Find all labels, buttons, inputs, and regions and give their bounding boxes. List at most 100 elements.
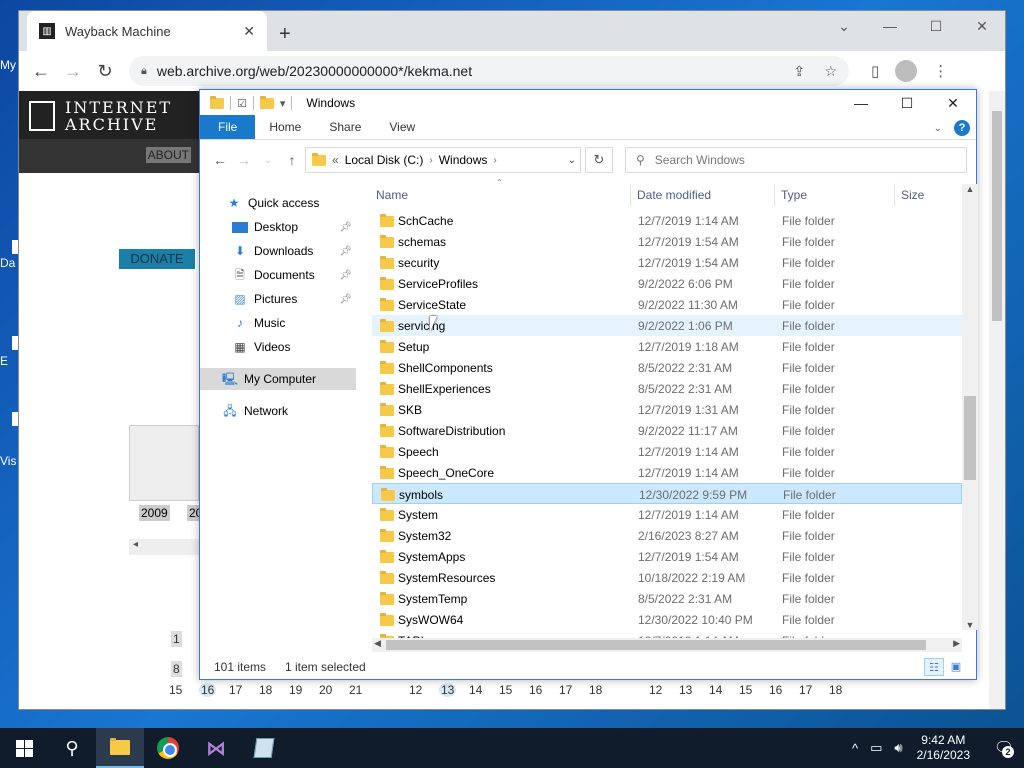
large-icons-view-icon[interactable]: ▣	[946, 658, 966, 676]
menu-kebab-icon[interactable]: ⋮	[933, 62, 948, 80]
bookmark-star-icon[interactable]: ☆	[824, 63, 837, 79]
desktop-icon-label[interactable]: My	[0, 58, 18, 72]
tab-file[interactable]: File	[200, 115, 256, 139]
file-row[interactable]: SKB 12/7/2019 1:31 AM File folder	[372, 399, 962, 420]
calendar-day[interactable]: 19	[289, 683, 302, 697]
horizontal-scrollbar[interactable]: ◀ ▶	[372, 638, 962, 652]
new-tab-button[interactable]: +	[279, 23, 291, 46]
maximize-button[interactable]: ☐	[913, 11, 959, 41]
desktop-icon-label[interactable]: Da	[0, 256, 18, 270]
scroll-left-arrow-icon[interactable]: ◂	[129, 539, 199, 555]
sparkline-graph[interactable]	[129, 425, 199, 501]
calendar-day[interactable]: 15	[739, 683, 752, 697]
back-arrow-icon[interactable]: ←	[208, 152, 232, 168]
calendar-day[interactable]: 16	[529, 683, 542, 697]
breadcrumb-local-disk[interactable]: Local Disk (C:)	[345, 153, 424, 167]
properties-check-icon[interactable]: ☑	[237, 97, 247, 110]
file-row[interactable]: ServiceProfiles 9/2/2022 6:06 PM File fold…	[372, 273, 962, 294]
pin-icon[interactable]: 📌︎	[339, 246, 352, 257]
network-icon[interactable]: ▭	[870, 740, 882, 756]
scroll-down-icon[interactable]: ▼	[962, 620, 978, 630]
page-scroll-thumb[interactable]	[992, 111, 1002, 321]
back-arrow-icon[interactable]: ←	[25, 61, 57, 82]
ia-logo-text[interactable]: INTERNET ARCHIVE	[65, 99, 172, 133]
folder-icon[interactable]	[210, 95, 224, 109]
taskbar-notepad[interactable]	[240, 728, 288, 768]
nav-pictures[interactable]: ▨ Pictures 📌︎	[200, 288, 356, 310]
notification-center-button[interactable]: 🗨︎ 2	[984, 728, 1024, 768]
column-separator[interactable]	[630, 184, 631, 206]
calendar-day[interactable]: 17	[799, 683, 812, 697]
nav-downloads[interactable]: ⬇ Downloads 📌︎	[200, 240, 356, 262]
tab-close-icon[interactable]: ✕	[243, 23, 255, 40]
scroll-thumb[interactable]	[964, 396, 976, 480]
calendar-day[interactable]: 13	[439, 683, 457, 697]
nav-music[interactable]: ♪ Music	[200, 312, 356, 334]
profile-avatar-icon[interactable]	[895, 60, 918, 82]
search-button[interactable]: ⚲	[48, 728, 96, 768]
nav-documents[interactable]: 🗎 Documents 📌︎	[200, 264, 356, 286]
file-row[interactable]: SoftwareDistribution 9/2/2022 11:17 AM Fil…	[372, 420, 962, 441]
breadcrumb-chevron-icon[interactable]: ›	[429, 155, 432, 166]
side-panel-icon[interactable]: ▯	[871, 62, 879, 80]
calendar-day[interactable]: 18	[829, 683, 842, 697]
expand-ribbon-chevron-icon[interactable]: ⌄	[934, 123, 942, 134]
breadcrumb-windows[interactable]: Windows	[439, 153, 488, 167]
forward-arrow-icon[interactable]: →	[232, 152, 256, 168]
pin-icon[interactable]: 📌︎	[339, 222, 352, 233]
file-row[interactable]: ServiceState 9/2/2022 11:30 AM File folder	[372, 294, 962, 315]
tab-search-icon[interactable]: ⌄	[821, 11, 867, 41]
explorer-minimize-button[interactable]: —	[838, 90, 884, 116]
column-size[interactable]: Size	[901, 188, 924, 202]
calendar-day[interactable]: 15	[169, 683, 182, 697]
details-view-icon[interactable]: ☷	[924, 658, 944, 676]
calendar-day[interactable]: 12	[649, 683, 662, 697]
tab-home[interactable]: Home	[255, 115, 315, 139]
column-separator[interactable]	[774, 184, 775, 206]
refresh-icon[interactable]: ↻	[585, 147, 613, 173]
file-row[interactable]: Speech 12/7/2019 1:14 AM File folder	[372, 441, 962, 462]
column-separator[interactable]	[894, 184, 895, 206]
calendar-day[interactable]: 16	[199, 683, 217, 697]
minimize-button[interactable]: —	[867, 11, 913, 41]
file-row[interactable]: SystemApps 12/7/2019 1:54 AM File folder	[372, 546, 962, 567]
file-row[interactable]: SysWOW64 12/30/2022 10:40 PM File folder	[372, 609, 962, 630]
share-icon[interactable]: ⇪	[793, 63, 805, 79]
calendar-day[interactable]: 17	[559, 683, 572, 697]
tab-share[interactable]: Share	[315, 115, 375, 139]
explorer-maximize-button[interactable]: ☐	[884, 90, 930, 116]
pin-icon[interactable]: 📌︎	[339, 270, 352, 281]
taskbar-visual-studio[interactable]: ⋈	[192, 728, 240, 768]
up-arrow-icon[interactable]: ↑	[280, 152, 304, 168]
scroll-right-icon[interactable]: ▶	[953, 638, 960, 649]
file-row[interactable]: symbols 12/30/2022 9:59 PM File folder	[372, 483, 962, 504]
file-row[interactable]: ShellExperiences 8/5/2022 2:31 AM File fol…	[372, 378, 962, 399]
forward-arrow-icon[interactable]: →	[57, 61, 89, 82]
file-row[interactable]: servicing 9/2/2022 1:06 PM File folder	[372, 315, 962, 336]
calendar-day[interactable]: 13	[679, 683, 692, 697]
calendar-day[interactable]: 16	[769, 683, 782, 697]
calendar-day[interactable]: 15	[499, 683, 512, 697]
column-date-modified[interactable]: Date modified	[637, 188, 711, 202]
column-type[interactable]: Type	[781, 188, 807, 202]
calendar-day[interactable]: 18	[589, 683, 602, 697]
explorer-close-button[interactable]: ✕	[930, 90, 976, 116]
qat-dropdown-icon[interactable]: ▾	[280, 97, 286, 110]
file-row[interactable]: schemas 12/7/2019 1:54 AM File folder	[372, 231, 962, 252]
file-row[interactable]: System 12/7/2019 1:14 AM File folder	[372, 504, 962, 525]
browser-tab[interactable]: ▥ Wayback Machine ✕	[27, 11, 267, 51]
page-scrollbar[interactable]	[989, 91, 1005, 709]
donate-button[interactable]: DONATE	[119, 249, 195, 269]
file-row[interactable]: Speech_OneCore 12/7/2019 1:14 AM File fold…	[372, 462, 962, 483]
explorer-address-bar[interactable]: « Local Disk (C:) › Windows › ⌄	[305, 147, 581, 173]
tab-view[interactable]: View	[375, 115, 429, 139]
lock-icon[interactable]: 🔒︎	[141, 65, 147, 78]
file-row[interactable]: System32 2/16/2023 8:27 AM File folder	[372, 525, 962, 546]
breadcrumb-chevron-icon[interactable]: ›	[493, 155, 496, 166]
calendar-day[interactable]: 14	[469, 683, 482, 697]
volume-icon[interactable]: 🔊︎	[894, 740, 902, 756]
start-button[interactable]	[0, 728, 48, 768]
pin-icon[interactable]: 📌︎	[339, 294, 352, 305]
h-scroll-thumb[interactable]	[386, 640, 926, 650]
close-button[interactable]: ✕	[959, 11, 1005, 41]
